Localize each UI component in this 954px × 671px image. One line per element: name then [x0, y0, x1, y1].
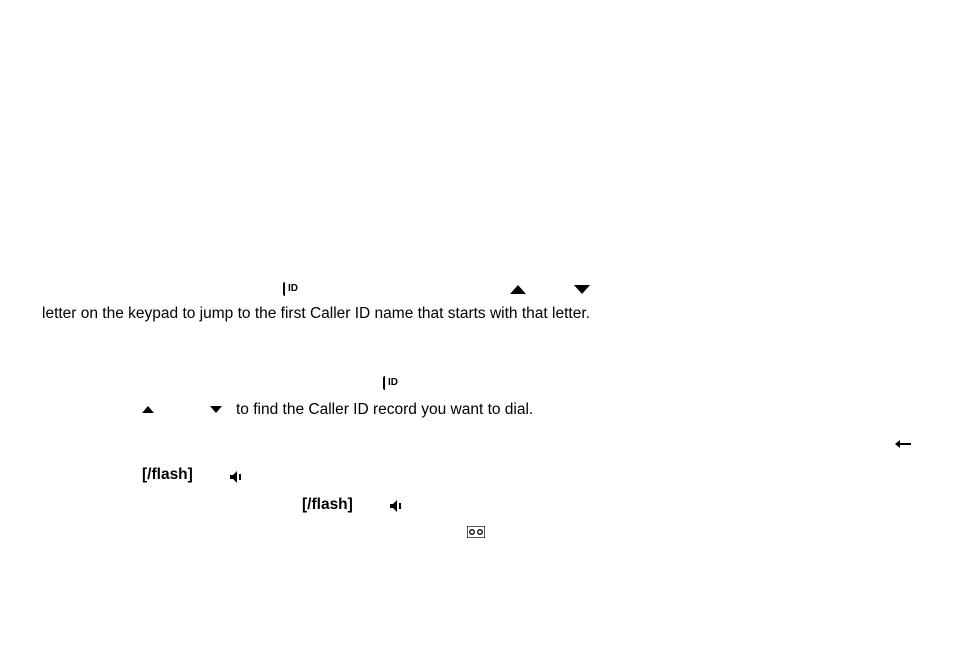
voicemail-icon: [467, 522, 485, 534]
speaker-icon: [229, 468, 243, 482]
up-arrow-icon: [142, 406, 154, 413]
manual-page: ID letter on the keypad to jump to the f…: [42, 280, 912, 540]
caller-id-icon: ID: [282, 280, 302, 298]
line-3b: [/flash]: [42, 493, 912, 516]
back-arrow-right: [894, 430, 912, 448]
down-arrow-icon: [210, 406, 222, 413]
caller-id-icon: ID: [382, 374, 402, 392]
line-3c: [42, 522, 912, 534]
text-1b: letter on the keypad to jump to the firs…: [42, 305, 590, 322]
flash-key-label: [/flash]: [302, 493, 353, 516]
line-2a: ID: [42, 374, 912, 392]
line-3a: [/flash]: [42, 463, 912, 486]
up-arrow-icon: [510, 285, 526, 294]
speaker-icon: [389, 497, 403, 511]
block-1: ID letter on the keypad to jump to the f…: [42, 280, 912, 324]
line-1a: ID: [42, 280, 912, 298]
back-arrow-icon: [894, 435, 912, 443]
block-3: [/flash] [/flash]: [42, 463, 912, 534]
down-arrow-icon: [574, 285, 590, 294]
line-2b: to find the Caller ID record you want to…: [42, 398, 912, 421]
svg-text:ID: ID: [388, 377, 398, 388]
line-1b: letter on the keypad to jump to the firs…: [42, 304, 912, 324]
flash-key-label: [/flash]: [142, 463, 193, 486]
svg-text:ID: ID: [288, 283, 298, 294]
block-2: ID to find the Caller ID record you want…: [42, 374, 912, 421]
text-2b: to find the Caller ID record you want to…: [236, 398, 533, 421]
